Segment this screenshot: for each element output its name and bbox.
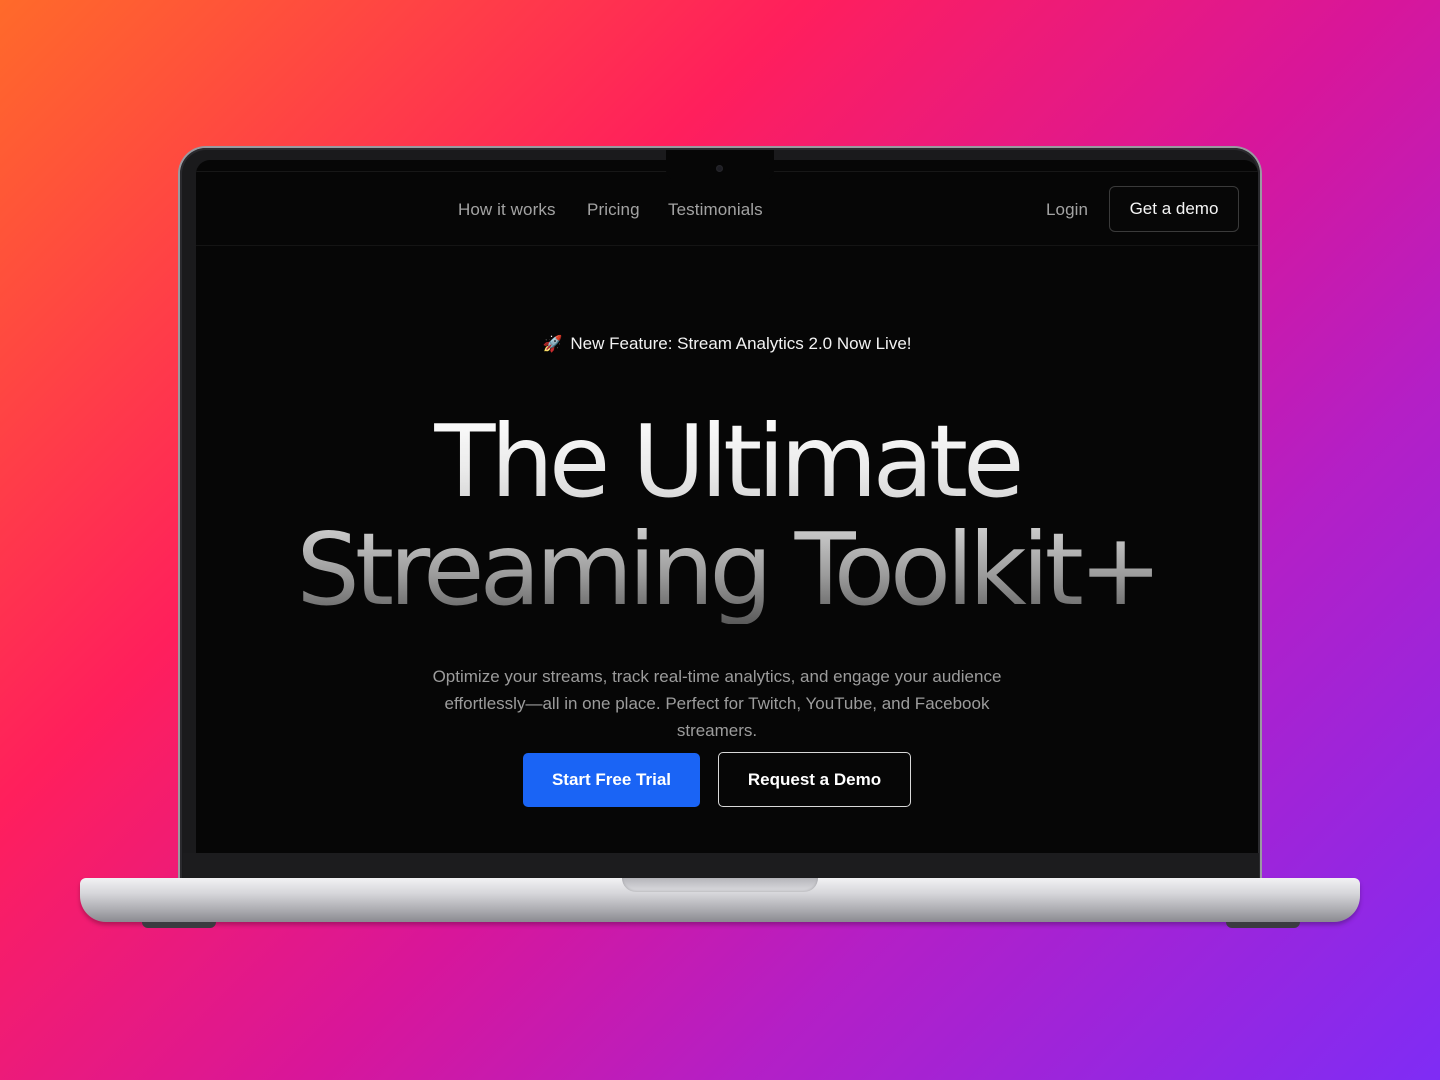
request-demo-button[interactable]: Request a Demo [718,752,911,807]
rocket-icon: 🚀 [542,334,563,353]
divider [196,245,1258,246]
announcement-text: New Feature: Stream Analytics 2.0 Now Li… [570,334,912,353]
camera-icon [716,165,723,172]
hero-title-line2: Streaming Toolkit+ [196,516,1258,624]
laptop-screen: How it works Pricing Testimonials Login … [196,160,1258,854]
nav-link-pricing[interactable]: Pricing [587,200,640,220]
nav-link-how-it-works[interactable]: How it works [458,200,556,220]
announcement-banner: 🚀 New Feature: Stream Analytics 2.0 Now L… [196,334,1258,354]
hero-title: The Ultimate Streaming Toolkit+ [196,408,1258,624]
top-navigation: How it works Pricing Testimonials Login … [196,186,1258,234]
laptop-opening-notch [622,878,818,892]
nav-link-testimonials[interactable]: Testimonials [668,200,763,220]
hero-title-line1: The Ultimate [196,408,1258,516]
start-free-trial-button[interactable]: Start Free Trial [523,753,700,807]
laptop-foot-left [142,922,216,928]
laptop-foot-right [1226,922,1300,928]
login-link[interactable]: Login [1046,200,1088,220]
hero-subtitle: Optimize your streams, track real-time a… [432,667,1002,740]
screen-bezel-bottom [183,853,1259,879]
get-demo-button[interactable]: Get a demo [1109,186,1239,232]
